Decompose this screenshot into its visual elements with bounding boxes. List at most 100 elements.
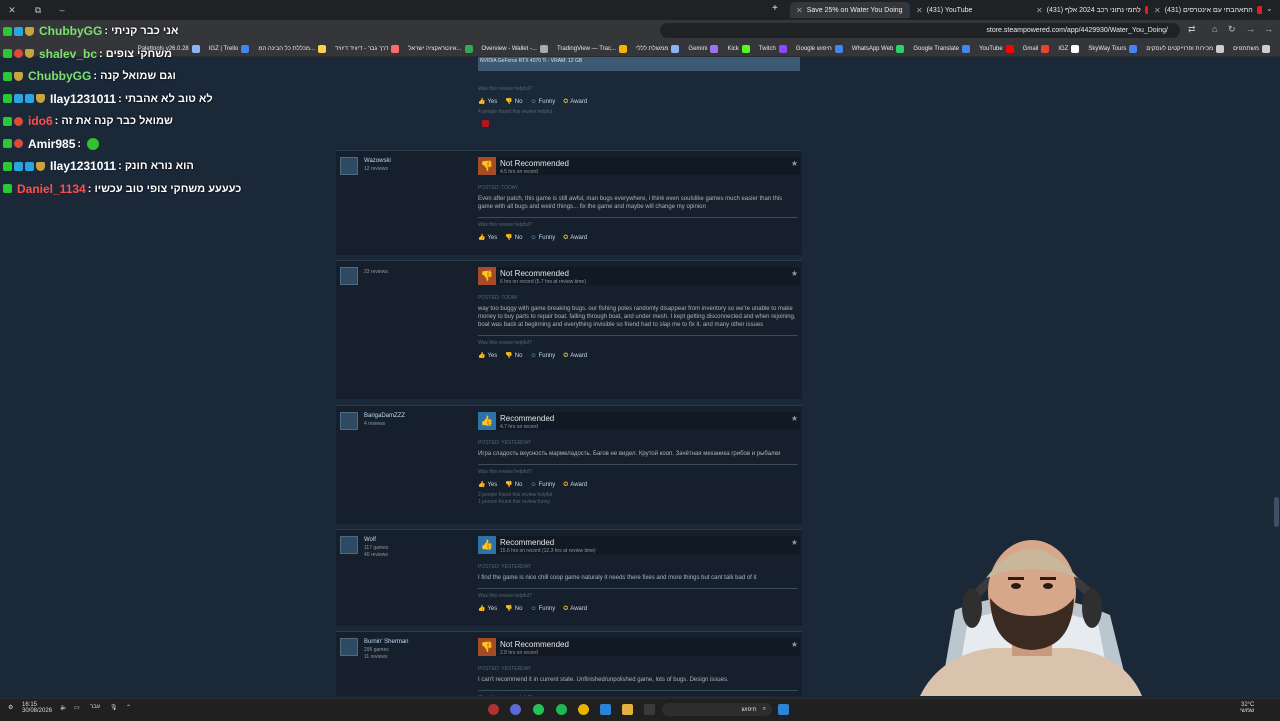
chat-username[interactable]: Amir985 xyxy=(28,137,75,151)
restore-window-icon[interactable]: ⧉ xyxy=(32,4,44,16)
verdict-header[interactable]: 👎 Not Recommended 4.5 hrs on record ★ xyxy=(478,157,800,175)
avatar[interactable] xyxy=(340,638,358,656)
chat-username[interactable]: Daniel_1134 xyxy=(17,182,86,196)
bookmark-item[interactable]: Twitch xyxy=(759,44,787,53)
funny-button[interactable]: ☺ Funny xyxy=(530,605,555,612)
funny-button[interactable]: ☺ Funny xyxy=(530,481,555,488)
home-icon[interactable]: ⌂ xyxy=(1212,24,1217,34)
forward-icon[interactable]: → xyxy=(1246,24,1255,34)
bookmark-item[interactable]: דרך גבר - דיוויד דיוויד xyxy=(335,44,400,53)
mic-icon[interactable]: 🎙 xyxy=(110,704,118,711)
verdict-header[interactable]: 👎 Not Recommended 6 hrs on record (5.7 h… xyxy=(478,267,800,285)
taskbar-search[interactable]: חיפוש ⌕ xyxy=(662,703,772,716)
award-button[interactable]: ✪ Award xyxy=(563,481,587,489)
back-icon[interactable]: → xyxy=(1264,24,1273,34)
settings-icon[interactable]: ⚙ xyxy=(8,704,13,711)
bookmark-item[interactable]: Google חיפוש xyxy=(796,44,843,53)
app-icon[interactable] xyxy=(488,704,499,715)
yes-button[interactable]: 👍 Yes xyxy=(478,352,497,360)
verdict-header[interactable]: 👎 Not Recommended 2.8 hrs on record ★ xyxy=(478,638,800,656)
bookmark-item[interactable]: WhatsApp Web xyxy=(852,44,905,53)
close-tab-icon[interactable]: ✕ xyxy=(1036,6,1043,15)
bookmark-item[interactable]: משתתפים xyxy=(1233,44,1270,53)
avatar[interactable] xyxy=(340,412,358,430)
star-icon[interactable]: ★ xyxy=(791,538,798,547)
award-button[interactable]: ✪ Award xyxy=(563,352,587,360)
tray-chevron-icon[interactable]: ⌃ xyxy=(126,704,131,711)
whatsapp-icon[interactable] xyxy=(533,704,544,715)
close-tab-icon[interactable]: ✕ xyxy=(796,6,803,15)
no-button[interactable]: 👎 No xyxy=(505,352,522,360)
close-window-icon[interactable]: ✕ xyxy=(6,4,18,16)
funny-button[interactable]: ☺ Funny xyxy=(530,352,555,359)
bookmark-item[interactable]: אינטראקציה ישראל... xyxy=(408,44,473,53)
bookmark-item[interactable]: מכללת כל הבינה המ... xyxy=(258,44,327,53)
display-icon[interactable]: ▭ xyxy=(74,704,80,711)
review-author[interactable]: BarigaDamZZZ 4 reviews xyxy=(340,412,405,430)
language-indicator[interactable]: עבר xyxy=(90,704,100,710)
chat-username[interactable]: ido6 xyxy=(28,114,53,128)
star-icon[interactable]: ★ xyxy=(791,414,798,423)
award-button[interactable]: ✪ Award xyxy=(563,605,587,613)
chat-username[interactable]: ChubbyGG xyxy=(28,69,91,83)
author-name[interactable]: BarigaDamZZZ xyxy=(364,413,405,419)
review-author[interactable]: 23 reviews xyxy=(340,267,388,285)
chat-username[interactable]: shalev_bc xyxy=(39,47,97,61)
bookmark-item[interactable]: ממשלת לללי xyxy=(636,44,680,53)
author-name[interactable]: Wolf xyxy=(364,537,388,543)
tab-youtube[interactable]: ✕ (431) YouTube xyxy=(910,2,1030,18)
folder-icon[interactable] xyxy=(622,704,633,715)
award-button[interactable]: ✪ Award xyxy=(563,234,587,242)
chat-username[interactable]: Ilay1231011 xyxy=(50,92,116,106)
bookmark-item[interactable]: SkyWay Tours xyxy=(1088,44,1138,53)
clock[interactable]: 16:15 30/08/2026 xyxy=(22,702,52,714)
chrome-icon[interactable] xyxy=(578,704,589,715)
star-icon[interactable]: ★ xyxy=(791,640,798,649)
no-button[interactable]: 👎 No xyxy=(505,481,522,489)
bookmark-item[interactable]: IGZ | Trello xyxy=(209,44,250,53)
verdict-header[interactable]: 👍 Recommended 15.6 hrs on record (12.3 h… xyxy=(478,536,800,554)
start-icon[interactable] xyxy=(778,704,789,715)
tab-search-icon[interactable]: ⌄ xyxy=(1266,4,1273,13)
weather-widget[interactable]: 32°C שמשי xyxy=(1240,702,1254,714)
terminal-icon[interactable] xyxy=(644,704,655,715)
review-author[interactable]: Burnin' Sherman 295 games 11 reviews xyxy=(340,638,409,661)
page-scrollbar[interactable] xyxy=(1272,57,1280,698)
minimize-window-icon[interactable]: – xyxy=(56,4,68,16)
tab-steam[interactable]: ✕ Save 25% on Water You Doing xyxy=(790,2,910,18)
close-tab-icon[interactable]: ✕ xyxy=(1154,6,1161,15)
bookmark-item[interactable]: Google Translate xyxy=(913,44,971,53)
funny-button[interactable]: ☺ Funny xyxy=(530,98,555,105)
tab-youtube-3[interactable]: ✕ (431) התאהבתי עם אינטרסים xyxy=(1148,2,1262,18)
bookmark-item[interactable]: Gemini xyxy=(688,44,719,53)
bookmark-item[interactable]: Kick xyxy=(727,44,750,53)
review-author[interactable]: Wolf 117 games 40 reviews xyxy=(340,536,388,559)
chat-username[interactable]: Ilay1231011 xyxy=(50,159,116,173)
chat-username[interactable]: ChubbyGG xyxy=(39,24,102,38)
bookmark-item[interactable]: IGZ xyxy=(1058,44,1080,53)
yes-button[interactable]: 👍 Yes xyxy=(478,481,497,489)
url-input[interactable]: store.steampowered.com/app/4429930/Water… xyxy=(660,23,1180,38)
no-button[interactable]: 👎 No xyxy=(505,98,522,106)
close-tab-icon[interactable]: ✕ xyxy=(916,6,923,15)
no-button[interactable]: 👎 No xyxy=(505,234,522,242)
bookmark-item[interactable]: TradingView — Trac... xyxy=(557,44,627,53)
spotify-icon[interactable] xyxy=(556,704,567,715)
award-button[interactable]: ✪ Award xyxy=(563,98,587,106)
bookmark-item[interactable]: Overview - Wallet -... xyxy=(482,44,548,53)
avatar[interactable] xyxy=(340,536,358,554)
discord-icon[interactable] xyxy=(510,704,521,715)
bookmark-item[interactable]: Gmail xyxy=(1023,44,1050,53)
author-name[interactable]: Wazowski xyxy=(364,158,391,164)
star-icon[interactable]: ★ xyxy=(791,159,798,168)
avatar[interactable] xyxy=(340,157,358,175)
no-button[interactable]: 👎 No xyxy=(505,605,522,613)
author-name[interactable]: Burnin' Sherman xyxy=(364,639,409,645)
new-tab-icon[interactable]: + xyxy=(772,3,778,14)
reload-icon[interactable]: ↻ xyxy=(1228,24,1236,35)
tab-youtube-2[interactable]: ✕ (431) לחמי נתוני רכב 2024 אלף xyxy=(1030,2,1148,18)
avatar[interactable] xyxy=(340,267,358,285)
site-settings-icon[interactable]: ⇄ xyxy=(1188,24,1196,35)
volume-icon[interactable]: 🔈 xyxy=(60,704,67,711)
funny-button[interactable]: ☺ Funny xyxy=(530,234,555,241)
